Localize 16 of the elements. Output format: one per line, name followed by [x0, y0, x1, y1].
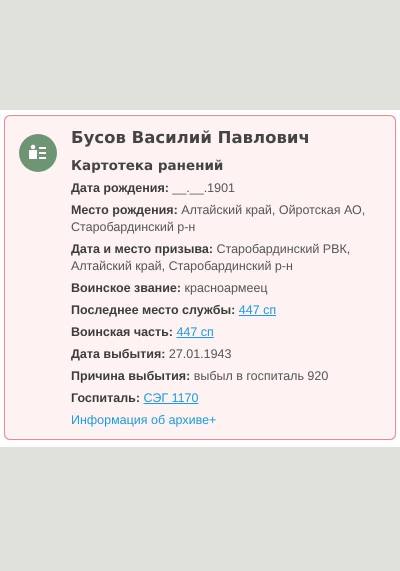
field-row-text: Дата рождения: __.__.1901 [71, 180, 236, 197]
field-link[interactable]: 447 сп [176, 325, 214, 339]
field-row-text: Причина выбытия: выбыл в госпиталь 920 [71, 368, 330, 385]
person-name: Бусов Василий Павлович [71, 128, 311, 147]
archive-info-link[interactable]: Информация об архиве+ [71, 412, 216, 429]
field-row-text: Воинское звание: красноармеец [71, 280, 269, 297]
field-row-text: Дата и место призыва: Старобардинский РВК, Алтайский край, Старобардинский р-н [71, 241, 352, 275]
field-row-text: Место рождения: Алтайский край, Ойротская АО, Старобардинский р-н [71, 202, 366, 236]
field-label: Последнее место службы: [71, 303, 236, 317]
field-link[interactable]: 447 сп [238, 303, 276, 317]
person-list-icon [19, 134, 57, 172]
record-source: Картотека ранений [71, 158, 224, 174]
field-label: Воинская часть: [71, 325, 173, 339]
field-row-text: Дата выбытия: 27.01.1943 [71, 346, 232, 363]
field-link[interactable]: СЭГ 1170 [143, 391, 198, 405]
field-label: Госпиталь: [71, 391, 140, 405]
